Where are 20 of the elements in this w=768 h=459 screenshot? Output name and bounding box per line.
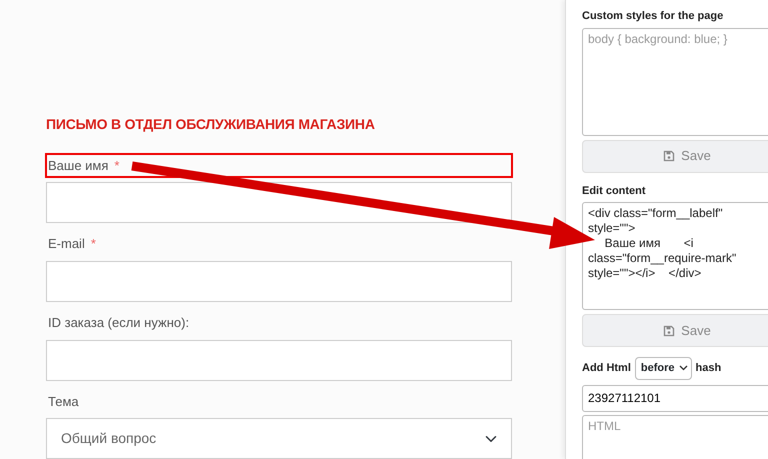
input-field[interactable] — [46, 340, 512, 381]
form-title: ПИСЬМО В ОТДЕЛ ОБСЛУЖИВАНИЯ МАГАЗИНА — [46, 116, 376, 133]
field-label: ID заказа (если нужно): — [47, 314, 190, 332]
save-icon — [663, 150, 676, 162]
topic-select[interactable]: Общий вопрос — [46, 418, 512, 459]
content-textarea[interactable]: <div class="form__labelf" style=""> Ваше имя <i class="form__require-mark" style=""></i> </div> — [582, 202, 768, 310]
hash-input[interactable]: 23927112101 — [582, 384, 768, 412]
section-label: Custom styles for the page — [582, 9, 724, 24]
position-select[interactable]: before — [634, 357, 692, 380]
save-icon — [663, 324, 676, 336]
styles-textarea[interactable]: body { background: blue; } — [582, 28, 768, 136]
hash-label: hash — [696, 361, 722, 376]
field-label: Ваше имя * — [45, 152, 513, 178]
input-field[interactable] — [46, 260, 512, 302]
section-label: Edit content — [582, 184, 647, 198]
chevron-down-icon — [678, 365, 688, 372]
html-textarea[interactable]: HTML — [582, 414, 768, 459]
add-html-label: Add Html — [582, 361, 631, 376]
field-label: Тема — [47, 392, 80, 411]
field-label: E-mail * — [47, 235, 97, 254]
